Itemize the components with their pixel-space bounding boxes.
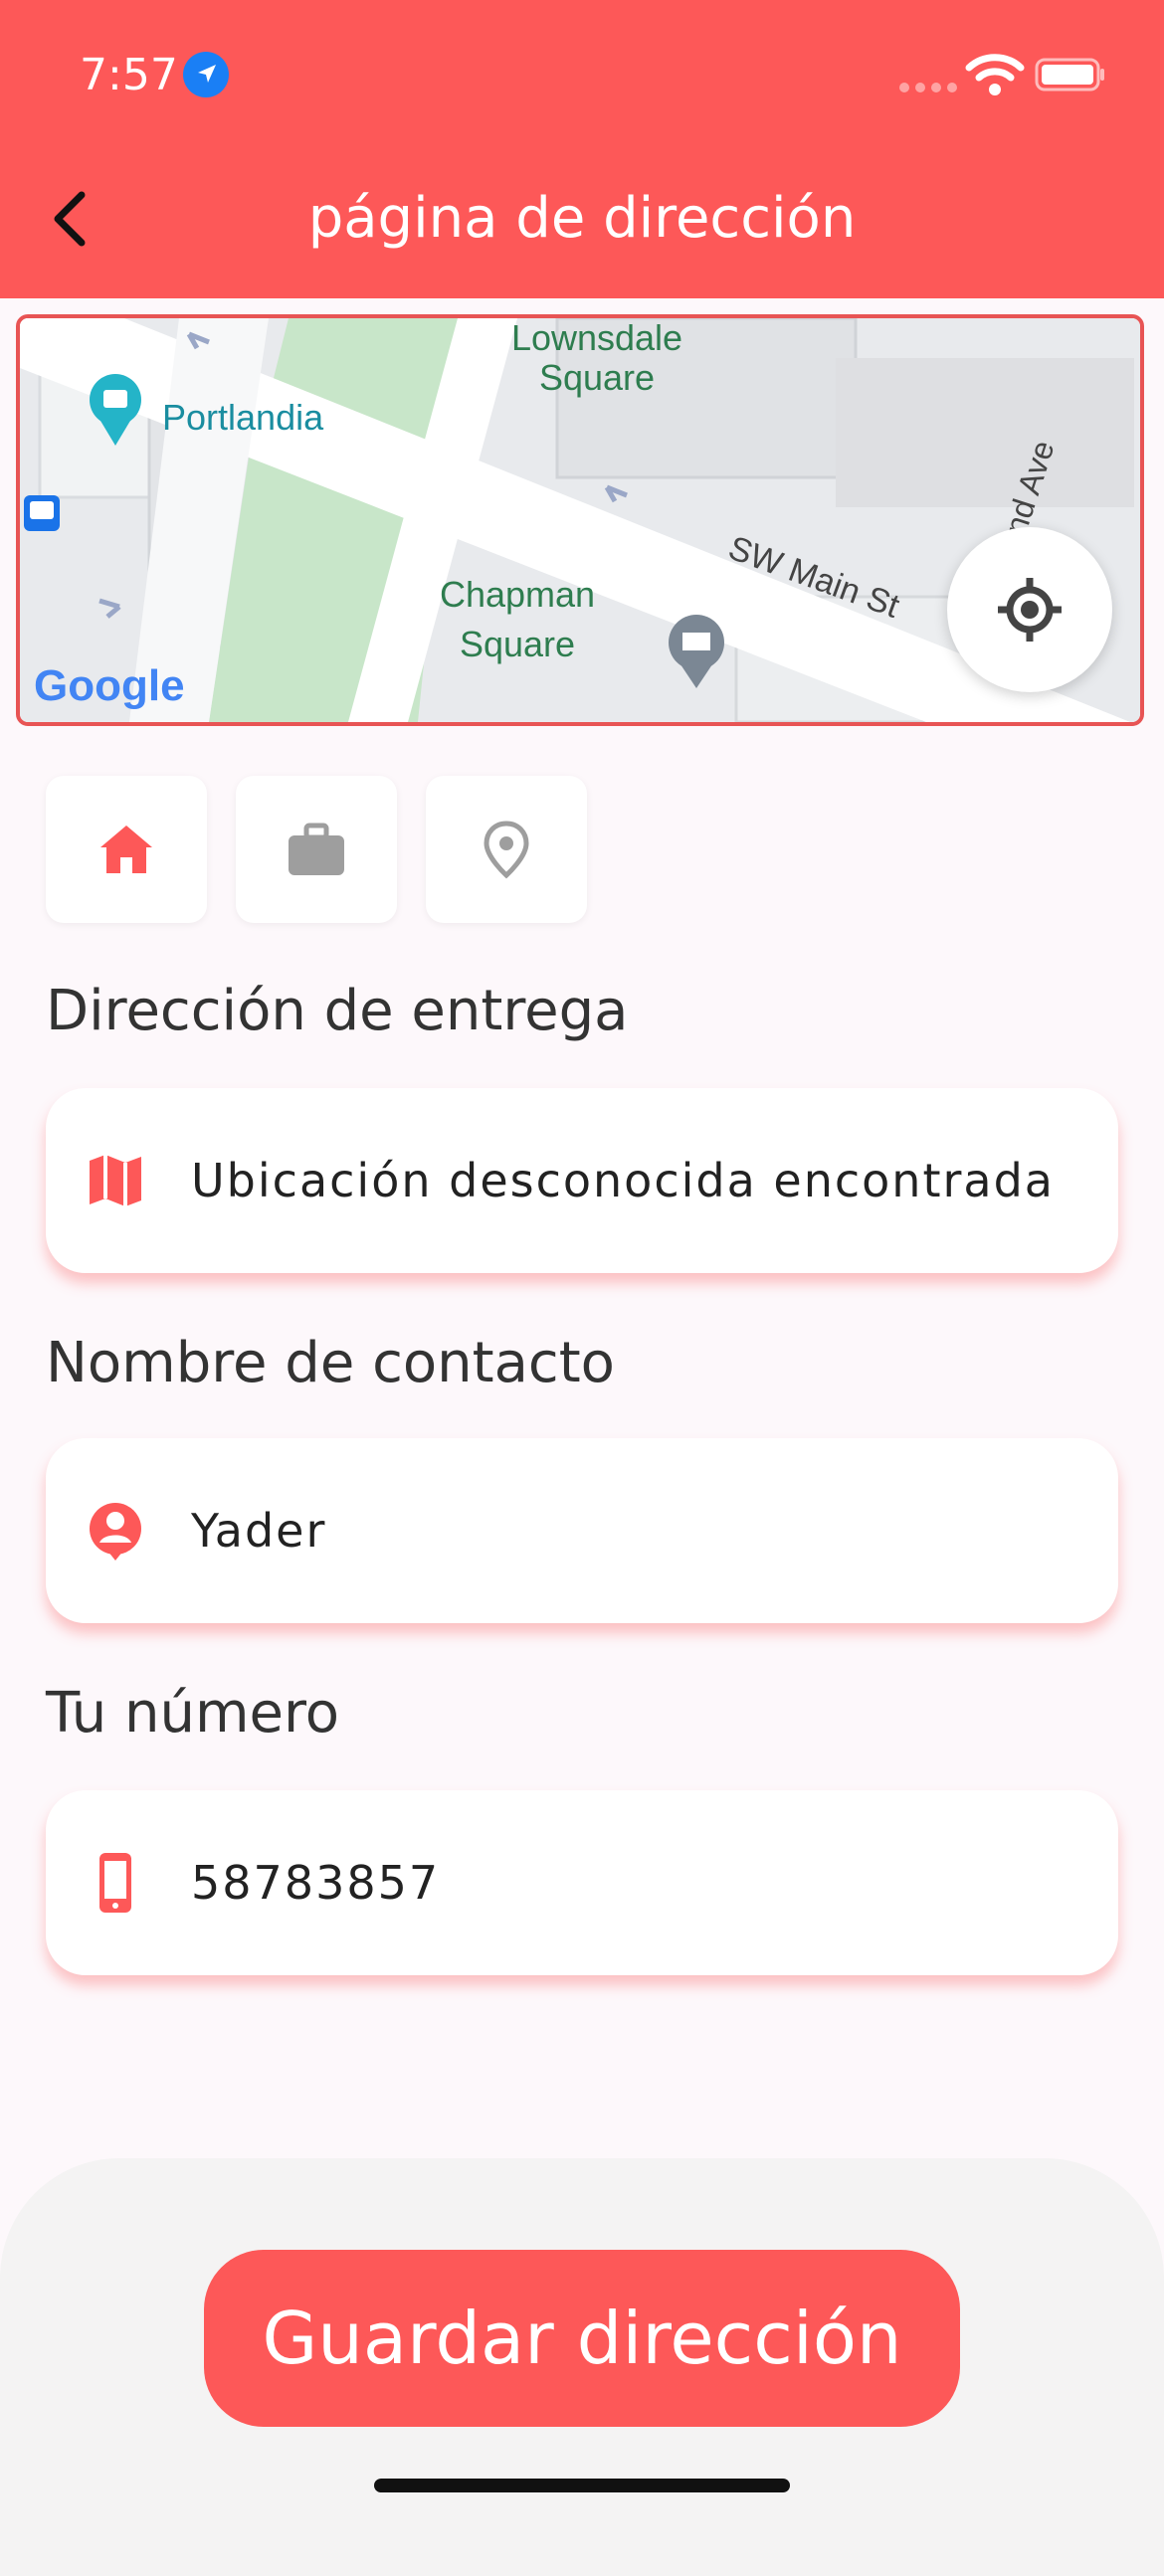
map-label-lownsdale-square: Square xyxy=(539,357,655,398)
contact-name-value: Yader xyxy=(191,1504,327,1558)
address-type-work-button[interactable] xyxy=(236,776,397,923)
my-location-button[interactable] xyxy=(947,527,1112,692)
home-icon xyxy=(100,826,152,873)
status-time: 7:57 xyxy=(80,50,178,100)
address-type-home-button[interactable] xyxy=(46,776,207,923)
cellular-signal-icon xyxy=(899,78,963,96)
contact-name-field[interactable]: Yader xyxy=(46,1438,1118,1623)
phone-number-value: 58783857 xyxy=(191,1856,441,1910)
wifi-icon xyxy=(965,52,1025,97)
google-logo: Google xyxy=(34,661,185,710)
phone-number-field[interactable]: 58783857 xyxy=(46,1790,1118,1975)
home-indicator xyxy=(374,2479,790,2492)
delivery-address-label: Dirección de entrega xyxy=(46,979,629,1043)
delivery-address-field[interactable]: Ubicación desconocida encontrada xyxy=(46,1088,1118,1273)
save-address-button[interactable]: Guardar dirección xyxy=(204,2250,960,2427)
contact-name-label: Nombre de contacto xyxy=(46,1331,615,1395)
map-label-chapman: Chapman xyxy=(440,574,595,615)
phone-number-label: Tu número xyxy=(46,1681,340,1746)
location-pin-icon xyxy=(484,821,529,879)
delivery-address-value: Ubicación desconocida encontrada xyxy=(191,1154,1055,1207)
address-type-other-button[interactable] xyxy=(426,776,587,923)
briefcase-icon xyxy=(289,823,344,875)
map-icon xyxy=(90,1155,141,1206)
map-label-lownsdale: Lownsdale xyxy=(511,318,682,358)
map-label-chapman-square: Square xyxy=(460,624,575,664)
map-label-portlandia: Portlandia xyxy=(162,397,324,438)
smartphone-icon xyxy=(99,1853,131,1913)
page-title: página de dirección xyxy=(307,186,857,251)
battery-icon xyxy=(1035,58,1106,92)
location-arrow-icon xyxy=(183,52,229,97)
person-pin-icon xyxy=(90,1503,141,1561)
crosshair-icon xyxy=(998,578,1062,642)
